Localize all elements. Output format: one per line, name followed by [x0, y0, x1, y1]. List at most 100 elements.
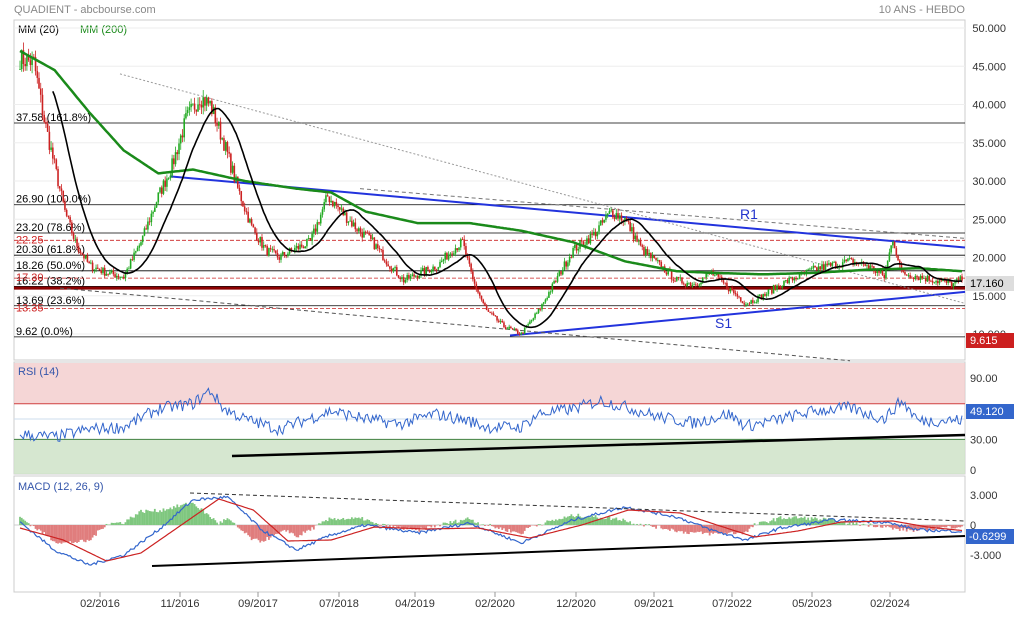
- macd-histogram-bar: [681, 525, 683, 531]
- candle-body: [877, 271, 879, 273]
- candle-body: [358, 228, 360, 231]
- macd-histogram-bar: [477, 522, 479, 525]
- candle-body: [187, 110, 189, 113]
- y-axis-ticks: 50.00045.00040.00035.00030.00025.00020.0…: [970, 23, 1006, 562]
- macd-histogram-bar: [686, 525, 688, 534]
- macd-histogram-bar: [102, 525, 104, 529]
- candle-body: [868, 265, 870, 268]
- candle-body: [266, 246, 268, 255]
- candle-body: [68, 216, 70, 217]
- macd-histogram-bar: [667, 525, 669, 530]
- candle-body: [695, 284, 697, 285]
- macd-histogram-bar: [797, 518, 799, 525]
- x-tick-label: 09/2021: [634, 598, 674, 610]
- macd-histogram-bar: [560, 519, 562, 525]
- candle-body: [830, 263, 832, 266]
- macd-histogram-bar: [747, 525, 749, 532]
- candle-body: [76, 239, 78, 247]
- macd-histogram-bar: [384, 524, 386, 525]
- candle-body: [889, 252, 891, 260]
- candle-body: [337, 206, 339, 207]
- candle-body: [223, 138, 225, 151]
- candle-body: [890, 245, 892, 252]
- candle-body: [156, 202, 158, 207]
- candle-body: [114, 274, 116, 277]
- macd-histogram-bar: [759, 522, 761, 525]
- candle-body: [474, 279, 476, 284]
- price-tick-label: 25.000: [972, 214, 1006, 226]
- chart-canvas: QUADIENT - abcbourse.com 10 ANS - HEBDO …: [0, 0, 1014, 613]
- candle-body: [287, 254, 289, 257]
- macd-histogram-bar: [76, 525, 78, 543]
- candle-body: [448, 254, 450, 259]
- macd-histogram-bar: [303, 525, 305, 531]
- macd-histogram-bar: [695, 525, 697, 532]
- candle-body: [71, 222, 73, 233]
- macd-histogram-bar: [650, 525, 652, 526]
- macd-histogram-bar: [688, 525, 690, 534]
- candle-body: [607, 214, 609, 215]
- candle-body: [915, 276, 917, 279]
- macd-histogram-bar: [221, 523, 223, 525]
- x-tick-label: 07/2022: [712, 598, 752, 610]
- macd-histogram-bar: [373, 524, 375, 525]
- macd-lower-trendline: [152, 536, 965, 566]
- candle-body: [792, 277, 794, 280]
- candle-body: [308, 238, 310, 239]
- candle-body: [735, 293, 737, 294]
- macd-histogram-bar: [61, 525, 63, 544]
- macd-histogram-bar: [764, 521, 766, 525]
- candle-body: [132, 259, 134, 260]
- candle-body: [446, 253, 448, 260]
- candle-body: [97, 268, 99, 269]
- svg-text:17.160: 17.160: [970, 278, 1004, 290]
- candle-body: [693, 284, 695, 285]
- candle-body: [771, 289, 773, 294]
- candle-body: [916, 276, 918, 277]
- macd-histogram-bar: [628, 522, 630, 525]
- macd-histogram-bar: [309, 525, 311, 531]
- candle-body: [927, 276, 929, 281]
- candle-body: [197, 104, 199, 111]
- candle-body: [764, 294, 766, 296]
- macd-histogram-bar: [672, 525, 674, 530]
- candle-body: [401, 277, 403, 279]
- candle-body: [246, 211, 248, 212]
- macd-histogram-bar: [48, 525, 50, 536]
- candle-body: [652, 256, 654, 258]
- candle-body: [240, 191, 242, 201]
- candle-body: [823, 264, 825, 270]
- macd-histogram-bar: [97, 525, 99, 530]
- candle-body: [503, 322, 505, 327]
- macd-histogram-bar: [488, 525, 490, 526]
- macd-histogram-bar: [724, 525, 726, 533]
- candle-body: [577, 249, 579, 251]
- macd-histogram-bar: [332, 519, 334, 525]
- macd-histogram-bar: [614, 518, 616, 525]
- candle-body: [849, 258, 851, 259]
- candle-body: [285, 256, 287, 257]
- candle-body: [515, 329, 517, 331]
- macd-histogram-bar: [50, 525, 52, 540]
- candle-body: [55, 159, 57, 168]
- candle-body: [788, 278, 790, 284]
- candle-body: [45, 122, 47, 124]
- candle-body: [870, 266, 872, 269]
- candle-body: [522, 333, 524, 334]
- candle-body: [681, 278, 683, 284]
- macd-histogram-bar: [622, 519, 624, 525]
- chart-root: QUADIENT - abcbourse.com 10 ANS - HEBDO …: [0, 0, 1014, 613]
- candle-body: [202, 97, 204, 107]
- candle-body: [959, 276, 961, 280]
- candle-body: [819, 266, 821, 269]
- macd-histogram-bar: [624, 520, 626, 525]
- macd-histogram-bar: [889, 525, 891, 527]
- candle-body: [621, 215, 623, 220]
- candle-body: [137, 248, 139, 251]
- candle-body: [254, 227, 256, 232]
- macd-histogram-bar: [247, 525, 249, 535]
- macd-histogram-bar: [290, 525, 292, 533]
- candle-body: [379, 248, 381, 249]
- candle-body: [64, 202, 66, 210]
- macd-histogram-bar: [519, 525, 521, 533]
